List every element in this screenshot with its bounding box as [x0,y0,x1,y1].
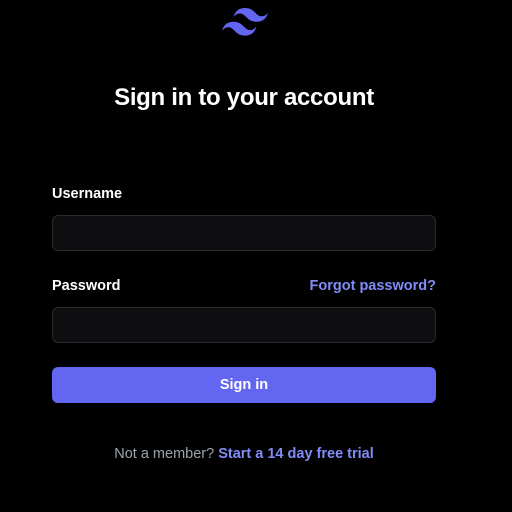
username-label: Username [52,186,123,202]
free-trial-link[interactable]: Start a 14 day free trial [218,446,374,462]
username-input[interactable] [52,215,436,251]
page-title: Sign in to your account [114,84,374,111]
signup-prompt: Not a member? Start a 14 day free trial [0,446,488,462]
password-input[interactable] [52,307,436,343]
signup-prompt-text: Not a member? [114,446,215,462]
password-label: Password [52,278,121,294]
forgot-password-link[interactable]: Forgot password? [310,278,436,294]
sign-in-button[interactable]: Sign in [52,367,436,403]
tailwind-wave-icon [222,8,268,36]
